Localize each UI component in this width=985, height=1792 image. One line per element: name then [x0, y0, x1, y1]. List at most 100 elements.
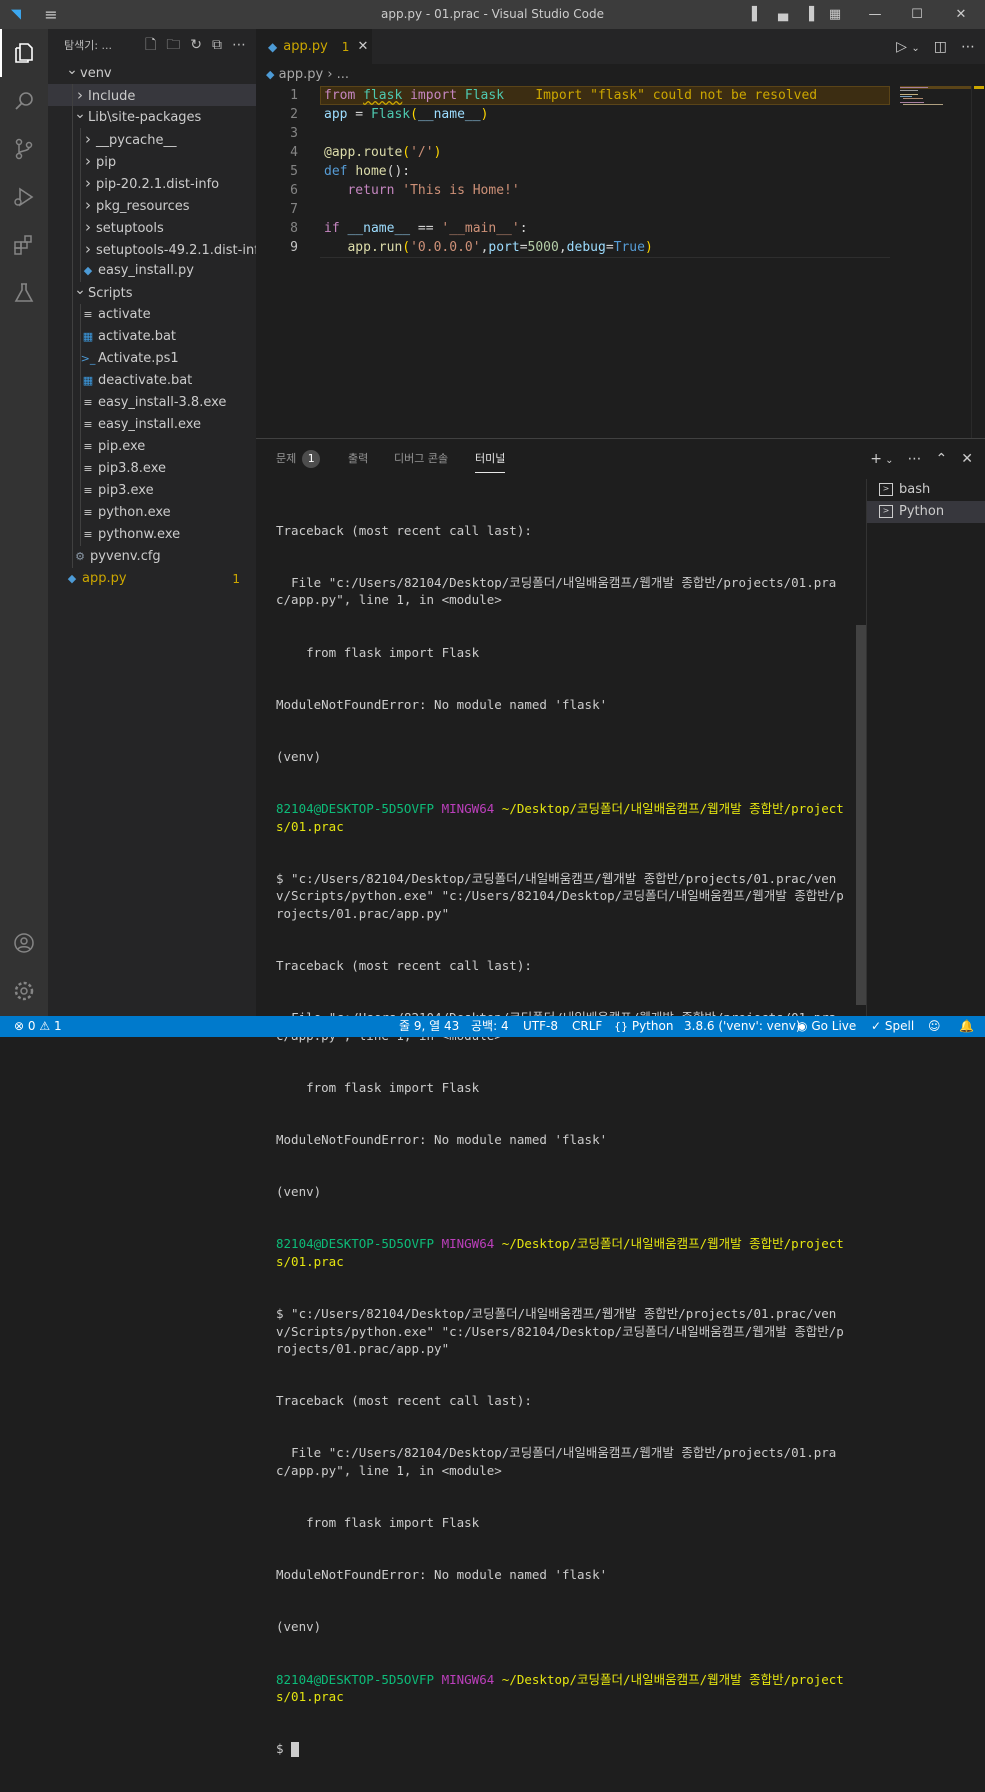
- close-panel-icon[interactable]: ✕: [961, 451, 973, 467]
- indent-guide: [80, 238, 81, 260]
- warning-marker: [974, 86, 984, 89]
- tree-item-easy-install-3-8-exe[interactable]: ≡ easy_install-3.8.exe: [48, 392, 256, 414]
- terminal-scrollbar[interactable]: [856, 625, 866, 1005]
- indent-guide: [80, 502, 81, 524]
- testing-flask-icon[interactable]: [0, 269, 48, 317]
- line-number: 8: [290, 221, 298, 236]
- notifications-bell-icon[interactable]: 🔔: [959, 1016, 974, 1037]
- tree-item-pip3-exe[interactable]: ≡ pip3.exe: [48, 480, 256, 502]
- breadcrumb-symbol[interactable]: ...: [337, 67, 349, 82]
- new-file-icon[interactable]: 🗋: [145, 29, 156, 62]
- tree-item-app-py[interactable]: ◆ app.py 1: [48, 568, 256, 590]
- tree-item-pip-exe[interactable]: ≡ pip.exe: [48, 436, 256, 458]
- tree-item-activate-bat[interactable]: ▦ activate.bat: [48, 326, 256, 348]
- editor-more-icon[interactable]: ⋯: [961, 39, 975, 55]
- tree-item-label: app.py: [82, 571, 127, 586]
- tree-item-pycache[interactable]: › __pycache__: [48, 128, 256, 150]
- terminal-input-line[interactable]: $: [276, 1740, 848, 1758]
- collapse-all-icon[interactable]: ⧉: [212, 29, 222, 62]
- minimize-icon[interactable]: —: [860, 0, 890, 29]
- end-of-line[interactable]: CRLF: [572, 1016, 602, 1037]
- tree-item-deactivate-bat[interactable]: ▦ deactivate.bat: [48, 370, 256, 392]
- unresolved-import[interactable]: flask: [363, 88, 402, 103]
- tree-item-pythonw-exe[interactable]: ≡ pythonw.exe: [48, 524, 256, 546]
- tree-item-setuptools-49-2-1-dist-info[interactable]: › setuptools-49.2.1.dist-info: [48, 238, 256, 260]
- spell-check-button[interactable]: ✓ Spell: [871, 1016, 914, 1037]
- encoding[interactable]: UTF-8: [523, 1016, 558, 1037]
- maximize-icon[interactable]: ☐: [902, 0, 932, 29]
- tree-item-label: pip: [96, 155, 117, 170]
- tab-problems[interactable]: 문제 1: [276, 439, 321, 479]
- toggle-panel-icon[interactable]: ▄: [774, 0, 792, 29]
- tab-terminal[interactable]: 터미널: [475, 439, 506, 479]
- python-interpreter[interactable]: 3.8.6 ('venv': venv): [684, 1016, 801, 1037]
- explorer-icon[interactable]: [0, 29, 48, 77]
- go-live-button[interactable]: ◉ Go Live: [797, 1016, 856, 1037]
- terminal-output[interactable]: Traceback (most recent call last): File …: [276, 487, 848, 1792]
- line-number: 6: [290, 183, 298, 198]
- terminal-prompt-line: 82104@DESKTOP-5D5OVFP MINGW64 ~/Desktop/…: [276, 801, 844, 834]
- cursor-position[interactable]: 줄 9, 열 43: [399, 1016, 459, 1037]
- tab-output[interactable]: 출력: [348, 439, 368, 479]
- close-tab-icon[interactable]: ✕: [357, 39, 368, 54]
- tab-app-py[interactable]: ◆ app.py 1 ✕: [256, 29, 372, 64]
- terminal-item-bash[interactable]: > bash: [867, 479, 985, 501]
- split-editor-icon[interactable]: ◫: [934, 39, 947, 55]
- panel-more-icon[interactable]: ⋯: [908, 451, 922, 467]
- tree-item-easy-install-exe[interactable]: ≡ easy_install.exe: [48, 414, 256, 436]
- tree-item-setuptools[interactable]: › setuptools: [48, 216, 256, 238]
- terminal-line: from flask import Flask: [276, 644, 480, 660]
- tree-item-activate[interactable]: ≡ activate: [48, 304, 256, 326]
- terminal-command: $ "c:/Users/82104/Desktop/코딩폴더/내일배움캠프/웹개…: [276, 1306, 844, 1356]
- breadcrumb-file[interactable]: app.py: [279, 67, 324, 82]
- refresh-icon[interactable]: ↻: [190, 29, 202, 62]
- tree-item-label: __pycache__: [96, 133, 177, 148]
- run-debug-icon[interactable]: [0, 173, 48, 221]
- tree-item-activate-ps1[interactable]: >_ Activate.ps1: [48, 348, 256, 370]
- minimap[interactable]: [900, 86, 971, 438]
- terminal-line: File "c:/Users/82104/Desktop/코딩폴더/내일배움캠프…: [276, 1445, 837, 1478]
- code-line-2: app = Flask(__name__): [324, 107, 489, 122]
- indentation[interactable]: 공백: 4: [471, 1016, 509, 1037]
- customize-layout-icon[interactable]: ▦: [826, 0, 844, 29]
- maximize-panel-icon[interactable]: ⌃: [936, 451, 948, 467]
- terminal-icon: >: [879, 505, 893, 518]
- search-icon[interactable]: [0, 77, 48, 125]
- tree-item-pyvenv-cfg[interactable]: ⚙ pyvenv.cfg: [48, 546, 256, 568]
- more-actions-icon[interactable]: ⋯: [232, 29, 246, 62]
- tree-item-pip3-8-exe[interactable]: ≡ pip3.8.exe: [48, 458, 256, 480]
- new-folder-icon[interactable]: 🗀: [166, 29, 180, 62]
- tree-item-pip-20-2-1-dist-info[interactable]: › pip-20.2.1.dist-info: [48, 172, 256, 194]
- editor-scrollbar[interactable]: [971, 86, 985, 438]
- source-control-icon[interactable]: [0, 125, 48, 173]
- code-editor[interactable]: 1 2 3 4 5 6 7 8 9 from flask import Flas…: [256, 86, 971, 438]
- new-terminal-icon[interactable]: + ⌄: [870, 451, 893, 467]
- toggle-secondary-sidebar-icon[interactable]: ▐: [800, 0, 818, 29]
- language-mode[interactable]: {} Python: [614, 1016, 673, 1037]
- line-number: 1: [290, 88, 298, 103]
- tab-debug-console[interactable]: 디버그 콘솔: [394, 439, 448, 479]
- tree-item-python-exe[interactable]: ≡ python.exe: [48, 502, 256, 524]
- terminal-line: Traceback (most recent call last):: [276, 1393, 532, 1409]
- tree-item-venv[interactable]: ⌄ venv: [48, 62, 256, 84]
- feedback-icon[interactable]: ☺: [928, 1016, 941, 1037]
- chevron-down-icon: ⌄: [74, 106, 86, 122]
- indent-guide: [72, 304, 73, 326]
- manage-gear-icon[interactable]: [0, 967, 48, 1015]
- toggle-sidebar-icon[interactable]: ▌: [748, 0, 766, 29]
- tree-item-scripts[interactable]: ⌄ Scripts: [48, 282, 256, 304]
- tree-item-lib-site-packages[interactable]: ⌄ Lib\site-packages: [48, 106, 256, 128]
- extensions-icon[interactable]: [0, 221, 48, 269]
- terminal-item-python[interactable]: > Python: [867, 501, 985, 523]
- broadcast-icon: ◉: [797, 1019, 808, 1033]
- problems-status[interactable]: ⊗ 0 ⚠ 1: [14, 1016, 62, 1037]
- tree-item-pkg-resources[interactable]: › pkg_resources: [48, 194, 256, 216]
- tree-item-label: activate.bat: [98, 329, 177, 344]
- tree-item-pip[interactable]: › pip: [48, 150, 256, 172]
- indent-guide: [72, 458, 73, 480]
- terminal-prompt-line: 82104@DESKTOP-5D5OVFP MINGW64 ~/Desktop/…: [276, 1671, 844, 1705]
- accounts-icon[interactable]: [0, 919, 48, 967]
- python-file-icon: ◆: [266, 68, 275, 81]
- close-window-icon[interactable]: ✕: [946, 0, 976, 29]
- run-python-icon[interactable]: ▷ ⌄: [896, 39, 920, 55]
